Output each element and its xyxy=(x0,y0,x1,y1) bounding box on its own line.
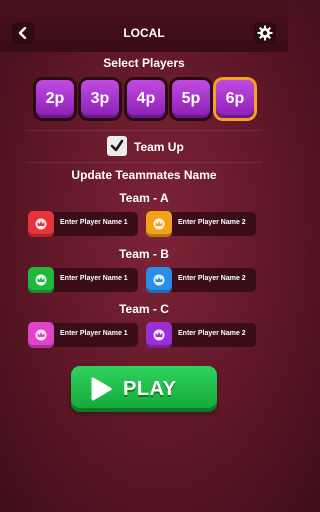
select-players-label: Select Players xyxy=(103,56,185,70)
team-a-player-1-input[interactable]: Enter Player Name 1 xyxy=(28,211,138,237)
crown-icon xyxy=(28,267,54,293)
settings-button[interactable] xyxy=(254,22,276,44)
player-count-2p-button[interactable]: 2p xyxy=(36,80,74,118)
team-b-player-1-input[interactable]: Enter Player Name 1 xyxy=(28,267,138,293)
player-name-placeholder: Enter Player Name 1 xyxy=(60,275,128,282)
divider xyxy=(26,130,262,131)
team-up-label: Team Up xyxy=(134,140,184,154)
team-c-player-2-input[interactable]: Enter Player Name 2 xyxy=(146,322,256,348)
update-teammates-label: Update Teammates Name xyxy=(71,168,217,182)
crown-icon xyxy=(28,211,54,237)
player-count-3p-button[interactable]: 3p xyxy=(81,80,119,118)
player-name-placeholder: Enter Player Name 2 xyxy=(178,275,246,282)
crown-icon xyxy=(146,211,172,237)
page-title: LOCAL xyxy=(123,26,165,40)
team-c-player-1-input[interactable]: Enter Player Name 1 xyxy=(28,322,138,348)
player-name-placeholder: Enter Player Name 1 xyxy=(60,330,128,337)
player-name-placeholder: Enter Player Name 2 xyxy=(178,219,246,226)
team-b-title: Team - B xyxy=(119,247,169,261)
play-button[interactable]: PLAY xyxy=(71,366,217,412)
team-a-player-2-input[interactable]: Enter Player Name 2 xyxy=(146,211,256,237)
team-up-checkbox[interactable] xyxy=(107,136,127,156)
crown-icon xyxy=(146,267,172,293)
play-label: PLAY xyxy=(123,378,177,400)
team-b-player-2-input[interactable]: Enter Player Name 2 xyxy=(146,267,256,293)
player-count-6p-button[interactable]: 6p xyxy=(216,80,254,118)
team-a-title: Team - A xyxy=(119,191,169,205)
crown-icon xyxy=(146,322,172,348)
crown-icon xyxy=(28,322,54,348)
gear-icon xyxy=(257,25,273,41)
player-name-placeholder: Enter Player Name 2 xyxy=(178,330,246,337)
check-icon xyxy=(110,139,124,152)
team-c-title: Team - C xyxy=(119,302,169,316)
divider xyxy=(26,162,262,163)
player-count-4p-button[interactable]: 4p xyxy=(127,80,165,118)
player-name-placeholder: Enter Player Name 1 xyxy=(60,219,128,226)
player-count-5p-button[interactable]: 5p xyxy=(172,80,210,118)
play-icon xyxy=(91,377,112,401)
